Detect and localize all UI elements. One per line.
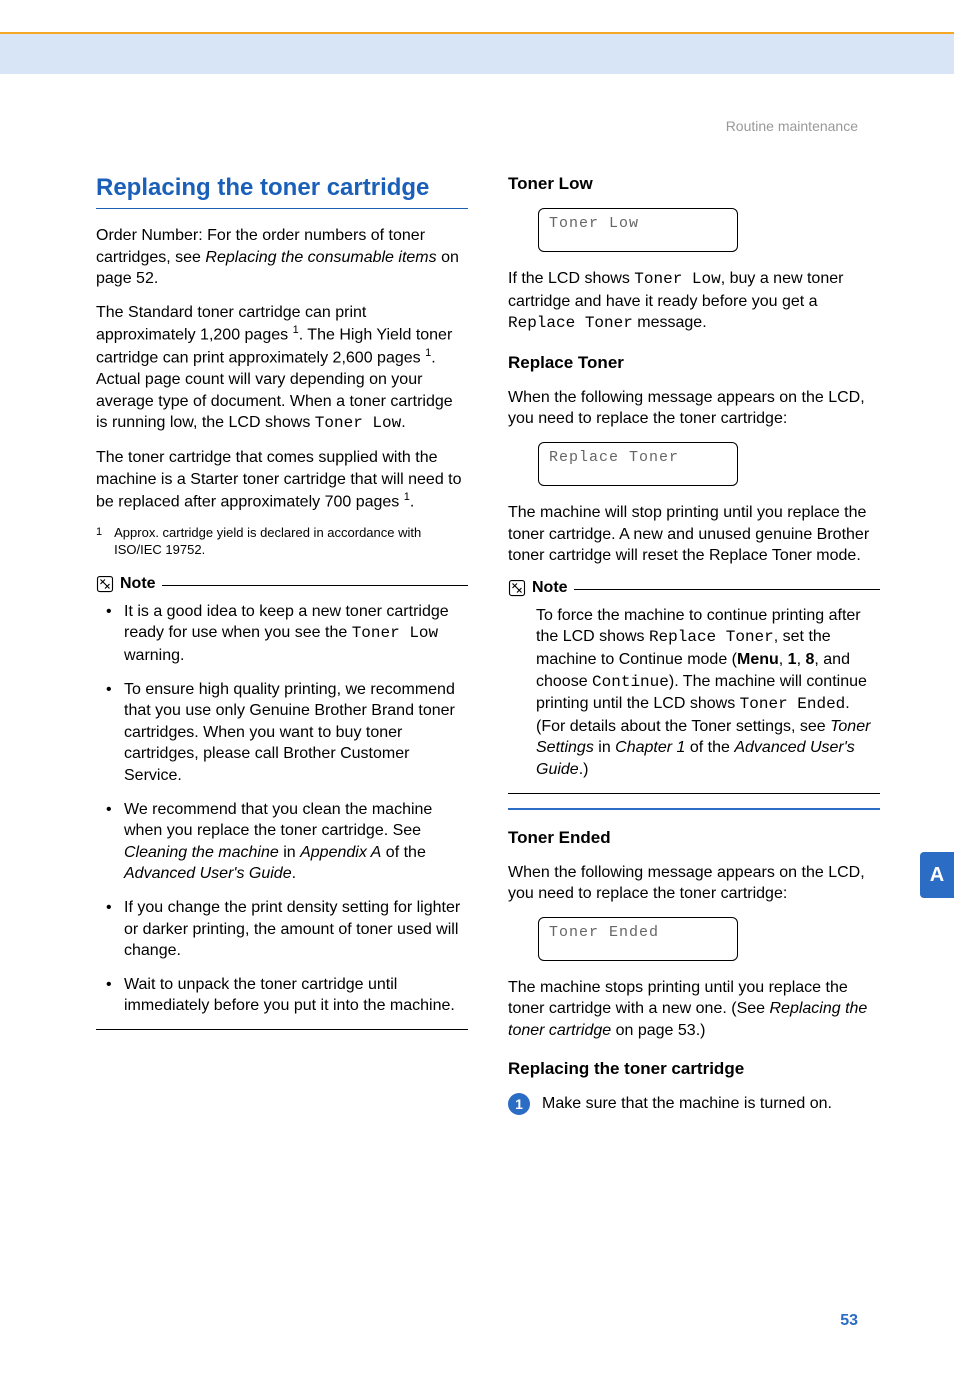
note-item: It is a good idea to keep a new toner ca… [112,601,468,667]
link-cleaning[interactable]: Cleaning the machine [124,844,279,861]
link-appendix[interactable]: Appendix A [300,844,381,861]
page-number: 53 [840,1312,858,1330]
lcd-text-inline: Replace Toner [508,314,633,332]
note-header: Note [96,575,468,593]
step-text: Make sure that the machine is turned on. [542,1093,832,1115]
appendix-tab[interactable]: A [920,852,954,898]
note-item: Wait to unpack the toner cartridge until… [112,974,468,1017]
lcd-text-inline: Toner Low [352,624,438,642]
link-advanced-guide[interactable]: Advanced User's Guide [124,865,292,882]
text: on page 53.) [611,1022,705,1039]
header-bar [0,32,954,74]
lcd-text-inline: Toner Ended [740,695,846,713]
paragraph-order-number: Order Number: For the order numbers of t… [96,225,468,290]
heading-replace-toner: Replace Toner [508,353,880,373]
note-line [162,585,468,586]
text: in [279,844,300,861]
lcd-text-inline: Continue [592,673,669,691]
key-1: 1 [788,651,797,668]
lcd-replace-toner: Replace Toner [538,442,738,486]
text: warning. [124,647,184,664]
paragraph-stop-printing: The machine will stop printing until you… [508,502,880,567]
link-consumable-items[interactable]: Replacing the consumable items [205,249,436,266]
text: We recommend that you clean the machine … [124,801,432,840]
footnote-text: Approx. cartridge yield is declared in a… [114,525,468,559]
note-end-line [508,793,880,794]
heading-toner-ended: Toner Ended [508,828,880,848]
text: If the LCD shows [508,270,634,287]
note-body-continue: To force the machine to continue printin… [508,605,880,781]
footnote-number: 1 [96,525,102,559]
text: message. [633,314,707,331]
text: .) [579,761,589,778]
link-chapter1[interactable]: Chapter 1 [615,739,685,756]
paragraph-toner-low: If the LCD shows Toner Low, buy a new to… [508,268,880,335]
right-column: Toner Low Toner Low If the LCD shows Ton… [508,174,880,1115]
heading-toner-low: Toner Low [508,174,880,194]
text: in [594,739,615,756]
main-heading: Replacing the toner cartridge [96,174,468,202]
text: of the [381,844,425,861]
paragraph-ended-intro: When the following message appears on th… [508,862,880,905]
lcd-text-inline: Toner Low [315,414,401,432]
step-1: 1 Make sure that the machine is turned o… [508,1093,880,1115]
paragraph-yield: The Standard toner cartridge can print a… [96,302,468,435]
lcd-toner-ended: Toner Ended [538,917,738,961]
header-section-label: Routine maintenance [726,118,858,134]
menu-key: Menu [737,651,779,668]
text: . [292,865,296,882]
footnote: 1 Approx. cartridge yield is declared in… [96,525,468,559]
left-column: Replacing the toner cartridge Order Numb… [96,174,468,1115]
heading-underline [96,208,468,209]
note-header: Note [508,579,880,597]
note-line [574,589,880,590]
paragraph-replace-intro: When the following message appears on th… [508,387,880,430]
paragraph-ended-body: The machine stops printing until you rep… [508,977,880,1042]
text: . [410,494,414,511]
heading-replacing-cartridge: Replacing the toner cartridge [508,1059,880,1079]
note-list: It is a good idea to keep a new toner ca… [96,601,468,1017]
note-label: Note [532,579,568,597]
lcd-text-inline: Replace Toner [649,628,774,646]
page-content: Replacing the toner cartridge Order Numb… [0,74,954,1115]
note-icon [96,575,114,593]
note-label: Note [120,575,156,593]
text: , [779,651,788,668]
note-icon [508,579,526,597]
note-item: To ensure high quality printing, we reco… [112,679,468,787]
note-item: If you change the print density setting … [112,897,468,962]
text: of the [685,739,734,756]
section-divider [508,808,880,810]
lcd-toner-low: Toner Low [538,208,738,252]
step-number-badge: 1 [508,1093,530,1115]
paragraph-starter: The toner cartridge that comes supplied … [96,447,468,513]
note-item: We recommend that you clean the machine … [112,799,468,885]
lcd-text-inline: Toner Low [634,270,720,288]
text: . [401,414,405,431]
note-end-line [96,1029,468,1030]
